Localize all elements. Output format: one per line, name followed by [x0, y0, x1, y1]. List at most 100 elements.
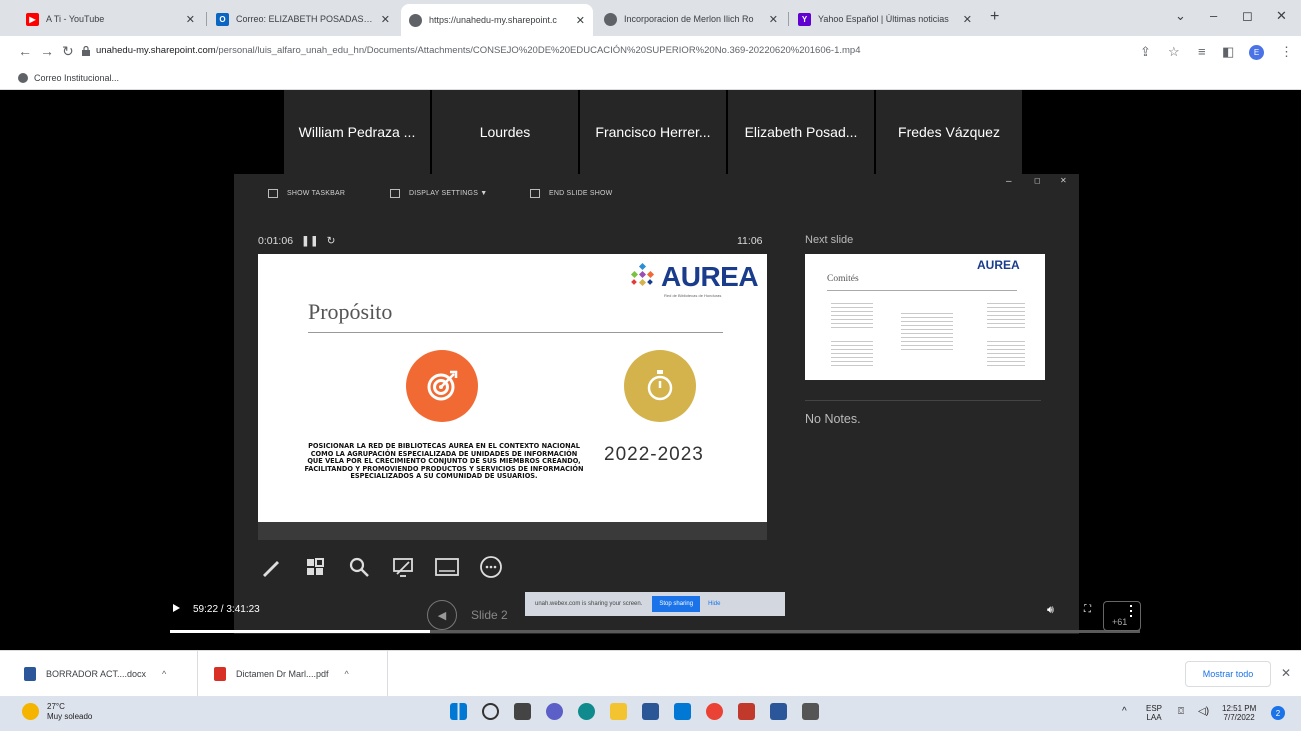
presenter-tools	[258, 554, 504, 580]
subtitles-icon[interactable]	[434, 554, 460, 580]
display-settings-button[interactable]: DISPLAY SETTINGS ▼	[390, 189, 487, 198]
show-all-downloads-button[interactable]: Mostrar todo	[1185, 661, 1271, 687]
download-item[interactable]: Dictamen Dr Marl....pdf ^	[198, 651, 388, 697]
play-icon[interactable]	[173, 604, 180, 612]
aurea-logo-mark	[630, 262, 655, 287]
restore-icon[interactable]: ◻	[1242, 8, 1253, 24]
current-slide: AUREA Red de Bibliotecas de Honduras Pro…	[258, 254, 767, 522]
chevron-up-icon[interactable]: ^	[162, 669, 166, 679]
back-icon[interactable]: ←	[18, 43, 32, 59]
tab-sharepoint[interactable]: https://unahedu-my.sharepoint.c ✕	[401, 4, 593, 36]
kebab-icon	[1130, 605, 1132, 617]
close-icon[interactable]: ✕	[186, 13, 195, 26]
profile-avatar[interactable]: E	[1249, 45, 1264, 60]
slide-divider	[308, 332, 723, 333]
youtube-icon: ▶	[26, 12, 39, 26]
close-icon[interactable]: ✕	[381, 13, 390, 26]
forward-icon[interactable]: →	[40, 43, 54, 59]
tab-youtube[interactable]: ▶ A Ti - YouTube ✕	[18, 6, 203, 32]
search-icon[interactable]	[482, 703, 499, 720]
restore-icon[interactable]: ◻	[1034, 176, 1041, 185]
windows-start-icon[interactable]	[450, 703, 467, 720]
tab-separator	[788, 12, 789, 26]
mail-icon[interactable]	[674, 703, 691, 720]
close-icon[interactable]: ✕	[769, 13, 778, 26]
globe-icon	[18, 73, 28, 83]
volume-icon[interactable]: 🔊︎	[1047, 604, 1054, 617]
target-icon	[427, 370, 458, 401]
stop-sharing-button[interactable]: Stop sharing	[652, 596, 701, 612]
download-item[interactable]: BORRADOR ACT....docx ^	[0, 651, 198, 697]
downloads-bar: BORRADOR ACT....docx ^ Dictamen Dr Marl.…	[0, 650, 1301, 697]
lock-icon[interactable]	[82, 46, 90, 56]
language-indicator[interactable]: ESP LAA	[1146, 704, 1162, 722]
next-slide-logo: AUREA	[977, 258, 1020, 272]
word-icon[interactable]	[770, 703, 787, 720]
tab-yahoo[interactable]: Y Yahoo Español | Últimas noticias ✕	[790, 6, 980, 32]
close-window-icon[interactable]: ✕	[1276, 8, 1287, 24]
zoom-icon[interactable]	[346, 554, 372, 580]
reading-list-icon[interactable]: ≡	[1198, 44, 1206, 59]
file-explorer-icon[interactable]	[610, 703, 627, 720]
new-tab-button[interactable]: +	[990, 8, 999, 26]
browser-tab-strip: ▶ A Ti - YouTube ✕ O Correo: ELIZABETH P…	[0, 0, 1301, 36]
speaker-icon[interactable]: ◁)	[1198, 706, 1209, 718]
next-slide-thumbnail[interactable]: AUREA Comités	[805, 254, 1045, 380]
chrome-icon[interactable]	[706, 703, 723, 720]
close-icon[interactable]: ✕	[1060, 176, 1067, 185]
close-icon[interactable]: ✕	[963, 13, 972, 26]
notes-divider	[805, 400, 1041, 401]
globe-icon	[409, 13, 422, 27]
pointer-screen-icon[interactable]	[390, 554, 416, 580]
target-icon-badge	[406, 350, 478, 422]
next-slide-title: Comités	[827, 274, 859, 284]
store-icon[interactable]	[642, 703, 659, 720]
taskbar-apps	[450, 703, 819, 720]
globe-icon	[604, 12, 617, 26]
edge-icon[interactable]	[578, 703, 595, 720]
video-time: 59:22 / 3:41:23	[193, 604, 260, 615]
more-options-icon[interactable]	[478, 554, 504, 580]
previous-slide-icon[interactable]: ◀	[427, 600, 457, 630]
fullscreen-icon[interactable]: ⛶	[1084, 604, 1091, 615]
tab-correo[interactable]: O Correo: ELIZABETH POSADAS CR ✕	[208, 6, 398, 32]
minimize-icon[interactable]: –	[1006, 176, 1012, 187]
clock[interactable]: 12:51 PM 7/7/2022	[1222, 704, 1256, 722]
menu-kebab-icon[interactable]: ⋮	[1280, 44, 1293, 60]
chevron-up-icon[interactable]: ^	[1122, 706, 1127, 718]
more-participants-button[interactable]: +61	[1103, 601, 1141, 631]
participant-tile: Fredes Vázquez	[876, 90, 1022, 174]
chevron-up-icon[interactable]: ^	[345, 669, 349, 679]
participant-tile: Francisco Herrer...	[580, 90, 726, 174]
pen-icon[interactable]	[258, 554, 284, 580]
close-icon[interactable]: ✕	[576, 14, 585, 27]
stopwatch-icon	[647, 370, 673, 401]
close-icon[interactable]: ✕	[1281, 666, 1291, 680]
screen-share-banner: unah.webex.com is sharing your screen. S…	[525, 592, 785, 616]
task-view-icon[interactable]	[514, 703, 531, 720]
bookmark-correo[interactable]: Correo Institucional...	[18, 73, 119, 83]
video-player[interactable]: William Pedraza ... Lourdes Francisco He…	[0, 90, 1301, 650]
app-icon[interactable]	[738, 703, 755, 720]
bookmark-star-icon[interactable]: ☆	[1168, 44, 1180, 60]
tab-search-icon[interactable]: ⌄	[1175, 8, 1186, 24]
side-panel-icon[interactable]: ◧	[1222, 44, 1234, 60]
tab-incorporacion[interactable]: Incorporacion de Merlon Ilich Ro ✕	[596, 6, 786, 32]
weather-widget[interactable]: 27°C Muy soleado	[22, 702, 92, 721]
next-slide-label: Next slide	[805, 234, 854, 246]
see-all-slides-icon[interactable]	[302, 554, 328, 580]
notification-badge[interactable]: 2	[1271, 706, 1285, 720]
minimize-icon[interactable]: –	[1210, 8, 1217, 23]
reload-icon[interactable]: ↻	[62, 43, 74, 60]
url-field[interactable]: unahedu-my.sharepoint.com/personal/luis_…	[96, 45, 860, 56]
share-icon[interactable]: ⇪	[1140, 44, 1151, 60]
restart-icon[interactable]: ↻	[327, 235, 336, 247]
pause-icon[interactable]: ❚❚	[301, 235, 319, 247]
end-slide-show-button[interactable]: END SLIDE SHOW	[530, 189, 612, 198]
sun-icon	[22, 703, 39, 721]
show-taskbar-button[interactable]: SHOW TASKBAR	[268, 189, 345, 198]
hide-banner-button[interactable]: Hide	[708, 601, 720, 607]
photos-icon[interactable]	[802, 703, 819, 720]
network-icon[interactable]: ⌼	[1178, 706, 1184, 718]
chat-icon[interactable]	[546, 703, 563, 720]
